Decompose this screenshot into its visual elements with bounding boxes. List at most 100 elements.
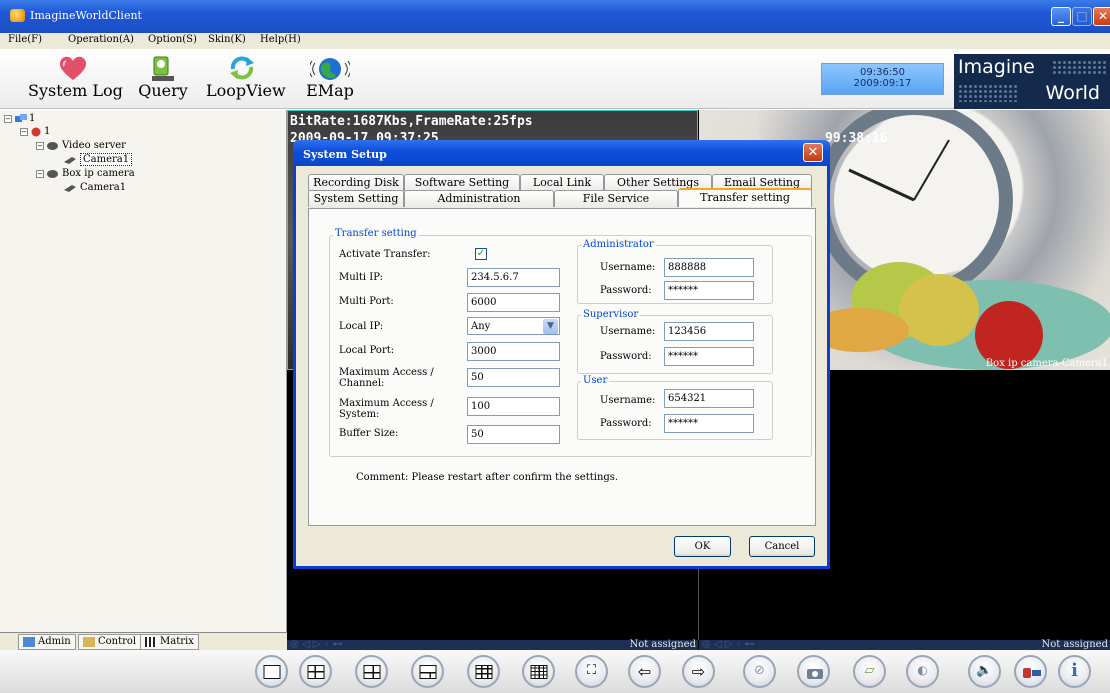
osd-bitrate: BitRate:1687Kbs,FrameRate:25fps bbox=[290, 114, 533, 129]
loop-arrows-icon bbox=[230, 56, 254, 80]
layout-9-button[interactable] bbox=[467, 655, 500, 688]
video-status-left: ◎ ◁ ▷ ◦ ⊷ Not assigned bbox=[287, 640, 698, 650]
admin-username-field[interactable]: 888888 bbox=[664, 258, 754, 277]
tab-local-link[interactable]: Local Link bbox=[520, 174, 604, 191]
admin-password-field[interactable]: ****** bbox=[664, 281, 754, 300]
device-icon bbox=[47, 169, 58, 178]
collapse-icon[interactable]: − bbox=[20, 127, 28, 136]
chevron-down-icon[interactable]: ▼ bbox=[543, 319, 558, 334]
ok-button[interactable]: OK bbox=[674, 536, 731, 557]
tab-recording-disk[interactable]: Recording Disk bbox=[308, 174, 404, 191]
control-bar: ⛶ ⇦ ⇨ ⊘ ▱ ◐ 🔈 i bbox=[0, 650, 1110, 693]
tree-camera-label: Camera1 bbox=[80, 182, 127, 193]
tree-video-server-camera[interactable]: Camera1 bbox=[64, 153, 133, 166]
loopview-button[interactable]: LoopView bbox=[206, 49, 286, 109]
menu-help[interactable]: Help(H) bbox=[260, 34, 301, 45]
user-username-field[interactable]: 654321 bbox=[664, 389, 754, 408]
tree-video-server[interactable]: − Video server bbox=[36, 140, 126, 151]
fullscreen-button[interactable]: ⛶ bbox=[575, 655, 608, 688]
tab-file-service[interactable]: File Service bbox=[554, 190, 678, 207]
tree-video-server-label: Video server bbox=[62, 140, 126, 151]
collapse-icon[interactable]: − bbox=[4, 114, 12, 123]
close-button[interactable]: ✕ bbox=[1093, 7, 1110, 26]
tab-transfer-setting[interactable]: Transfer setting bbox=[678, 188, 812, 207]
collapse-icon[interactable]: − bbox=[36, 141, 44, 150]
supervisor-password-label: Password: bbox=[600, 351, 652, 362]
activate-transfer-checkbox[interactable]: ✓ bbox=[475, 248, 487, 260]
talk-button[interactable]: ◐ bbox=[906, 655, 939, 688]
query-button[interactable]: Query bbox=[132, 49, 194, 109]
buffer-size-field[interactable]: 50 bbox=[467, 425, 560, 444]
admin-icon bbox=[23, 636, 35, 647]
layout-16-button[interactable] bbox=[522, 655, 555, 688]
system-log-label: System Log bbox=[28, 81, 123, 100]
menu-skin[interactable]: Skin(K) bbox=[208, 34, 246, 45]
tree-tabs: Admin Control Matrix bbox=[0, 632, 287, 650]
layout-8-button[interactable] bbox=[411, 655, 444, 688]
supervisor-legend: Supervisor bbox=[581, 309, 641, 320]
maximize-button[interactable]: □ bbox=[1072, 7, 1092, 26]
arrow-right-icon: ⇨ bbox=[691, 662, 706, 681]
administrator-legend: Administrator bbox=[581, 239, 656, 250]
device-icon bbox=[47, 141, 58, 150]
tree-site-label: 1 bbox=[44, 126, 51, 137]
tab-system-setting[interactable]: System Setting bbox=[308, 190, 404, 207]
intercom-button[interactable] bbox=[1014, 655, 1047, 688]
control-icon bbox=[83, 636, 95, 647]
multi-port-field[interactable]: 6000 bbox=[467, 293, 560, 312]
record-icon: ▱ bbox=[864, 663, 875, 678]
supervisor-username-field[interactable]: 123456 bbox=[664, 322, 754, 341]
tree-camera-label: Camera1 bbox=[80, 153, 133, 166]
collapse-icon[interactable]: − bbox=[36, 169, 44, 178]
tree-box-camera[interactable]: − Box ip camera bbox=[36, 168, 135, 179]
tab-admin[interactable]: Admin bbox=[18, 634, 76, 650]
device-tree: −1 −1 − Video server Camera1 − Box ip came… bbox=[0, 110, 287, 632]
window-title: ImagineWorldClient bbox=[30, 9, 142, 22]
tree-site[interactable]: −1 bbox=[20, 126, 50, 137]
max-access-channel-field[interactable]: 50 bbox=[467, 368, 560, 387]
local-port-field[interactable]: 3000 bbox=[467, 342, 560, 361]
info-icon: i bbox=[1071, 660, 1078, 681]
volume-button[interactable]: 🔈 bbox=[968, 655, 1001, 688]
fullscreen-icon: ⛶ bbox=[586, 663, 597, 678]
person-search-icon bbox=[152, 56, 174, 81]
supervisor-password-field[interactable]: ****** bbox=[664, 347, 754, 366]
menu-option[interactable]: Option(S) bbox=[148, 34, 197, 45]
talk-icon: ◐ bbox=[917, 663, 928, 677]
stop-all-button[interactable]: ⊘ bbox=[743, 655, 776, 688]
arrow-left-icon: ⇦ bbox=[637, 662, 652, 681]
camera-icon bbox=[64, 156, 76, 164]
snapshot-button[interactable] bbox=[797, 655, 830, 688]
system-setup-dialog: System Setup ✕ Recording Disk Software S… bbox=[293, 140, 830, 569]
layout-1-button[interactable] bbox=[255, 655, 288, 688]
menu-operation[interactable]: Operation(A) bbox=[68, 34, 134, 45]
cancel-button[interactable]: Cancel bbox=[749, 536, 815, 557]
tab-software-setting[interactable]: Software Setting bbox=[404, 174, 520, 191]
user-password-field[interactable]: ****** bbox=[664, 414, 754, 433]
tree-root[interactable]: −1 bbox=[4, 113, 35, 124]
minimize-button[interactable]: _ bbox=[1051, 7, 1071, 26]
tab-control[interactable]: Control bbox=[78, 634, 142, 650]
layout-4-button[interactable] bbox=[299, 655, 332, 688]
previous-button[interactable]: ⇦ bbox=[628, 655, 661, 688]
dialog-close-button[interactable]: ✕ bbox=[803, 143, 823, 162]
stream-icons: ◎ ◁ ▷ ◦ ⊷ bbox=[702, 639, 755, 650]
max-access-system-field[interactable]: 100 bbox=[467, 397, 560, 416]
tree-box-camera-camera[interactable]: Camera1 bbox=[64, 182, 126, 193]
system-log-button[interactable]: System Log bbox=[28, 49, 123, 109]
multi-ip-label: Multi IP: bbox=[339, 272, 383, 283]
menu-file[interactable]: File(F) bbox=[8, 34, 42, 45]
close-icon: ✕ bbox=[807, 145, 819, 160]
network-icon bbox=[15, 113, 27, 122]
record-button[interactable]: ▱ bbox=[853, 655, 886, 688]
info-button[interactable]: i bbox=[1058, 655, 1091, 688]
tab-matrix[interactable]: Matrix bbox=[140, 634, 199, 650]
multi-ip-field[interactable]: 234.5.6.7 bbox=[467, 268, 560, 287]
tab-administration[interactable]: Administration bbox=[404, 190, 554, 207]
intercom-icon bbox=[1023, 668, 1041, 678]
layout-6-button[interactable] bbox=[355, 655, 388, 688]
next-button[interactable]: ⇨ bbox=[682, 655, 715, 688]
emap-button[interactable]: EMap bbox=[300, 49, 360, 109]
local-ip-select[interactable]: Any ▼ bbox=[467, 317, 560, 335]
dialog-title-bar[interactable]: System Setup ✕ bbox=[293, 140, 830, 166]
